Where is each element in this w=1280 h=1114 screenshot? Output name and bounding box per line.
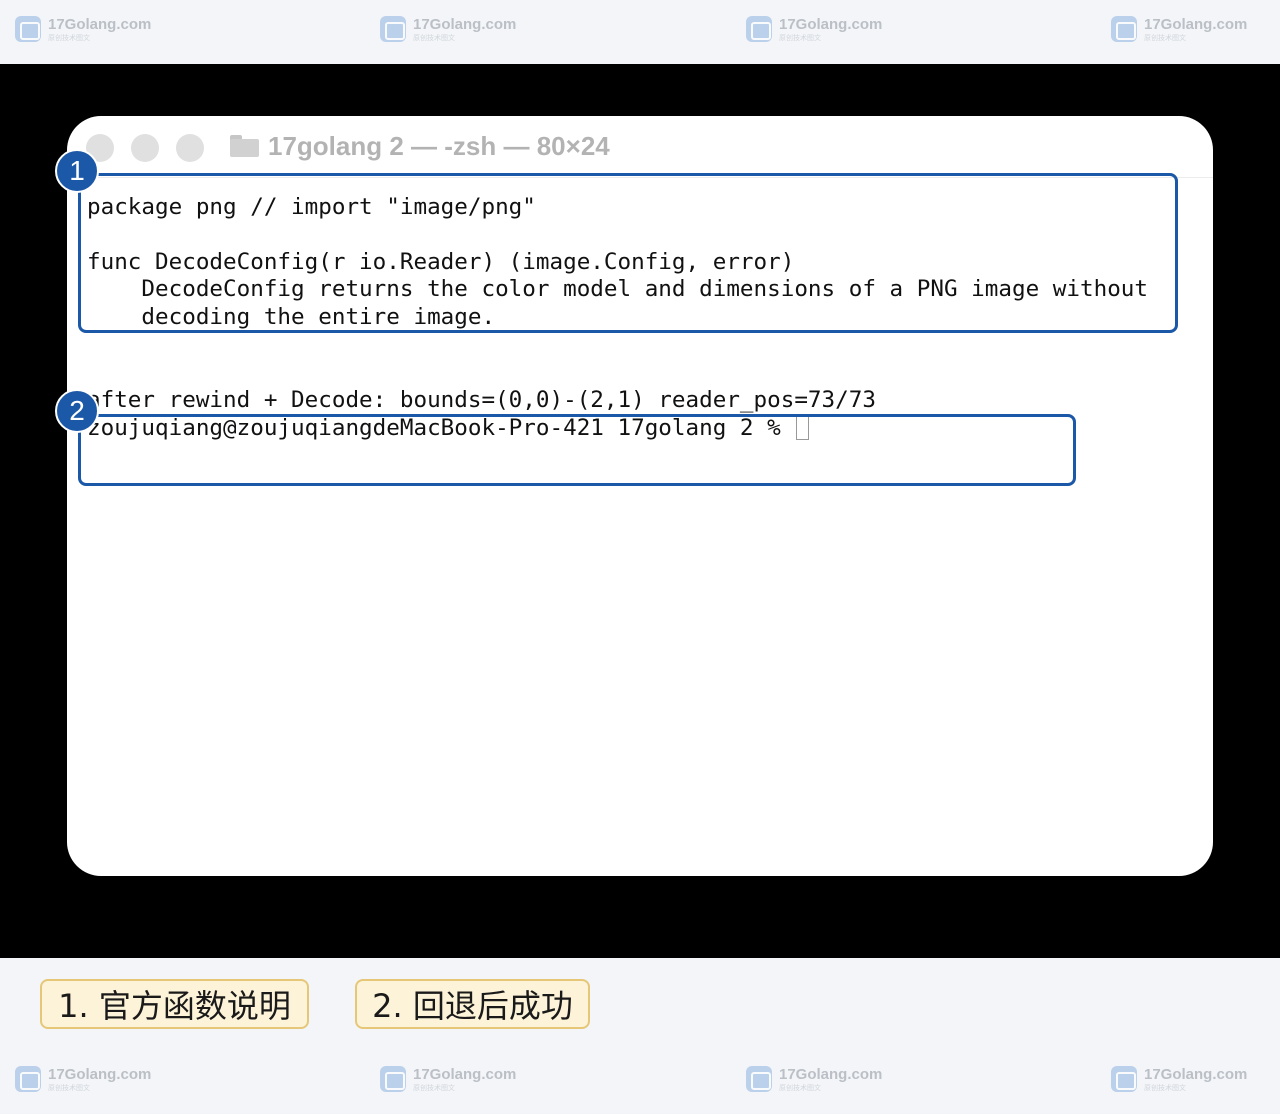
watermark-tagline: 原创技术图文	[413, 1085, 455, 1092]
window-title: 17golang 2 — -zsh — 80×24	[268, 131, 610, 161]
zoom-button[interactable]	[176, 134, 204, 162]
17golang-logo-icon	[15, 1066, 41, 1092]
watermark-site: 17Golang.com	[779, 1066, 883, 1083]
callout-box-1	[78, 173, 1178, 333]
watermark: 17Golang.com 原创技术图文	[1111, 16, 1247, 43]
callout-box-2	[78, 414, 1076, 486]
watermark-tagline: 原创技术图文	[48, 35, 90, 42]
watermark-site: 17Golang.com	[1144, 1066, 1248, 1083]
17golang-logo-icon	[1111, 1066, 1137, 1092]
watermark-tagline: 原创技术图文	[779, 1085, 821, 1092]
callout-badge-2: 2	[55, 389, 99, 433]
17golang-logo-icon	[746, 16, 772, 42]
callout-badge-1: 1	[55, 149, 99, 193]
watermark-site: 17Golang.com	[1144, 16, 1248, 33]
watermark-site: 17Golang.com	[779, 16, 883, 33]
watermark: 17Golang.com 原创技术图文	[15, 1066, 151, 1093]
17golang-logo-icon	[15, 16, 41, 42]
watermark-site: 17Golang.com	[48, 1066, 152, 1083]
17golang-logo-icon	[746, 1066, 772, 1092]
minimize-button[interactable]	[131, 134, 159, 162]
watermark-tagline: 原创技术图文	[779, 35, 821, 42]
watermark: 17Golang.com 原创技术图文	[746, 1066, 882, 1093]
watermark: 17Golang.com 原创技术图文	[380, 1066, 516, 1093]
watermark: 17Golang.com 原创技术图文	[15, 16, 151, 43]
watermark-tagline: 原创技术图文	[1144, 35, 1186, 42]
17golang-logo-icon	[380, 1066, 406, 1092]
watermark-tagline: 原创技术图文	[1144, 1085, 1186, 1092]
watermark-band-bottom: 17Golang.com 原创技术图文 17Golang.com 原创技术图文 17…	[0, 1050, 1280, 1114]
folder-icon	[230, 135, 259, 157]
terminal-line: after rewind + Decode: bounds=(0,0)-(2,1…	[87, 387, 876, 413]
watermark-tagline: 原创技术图文	[48, 1085, 90, 1092]
caption-2: 2. 回退后成功	[355, 979, 590, 1029]
watermark-site: 17Golang.com	[413, 1066, 517, 1083]
17golang-logo-icon	[380, 16, 406, 42]
watermark: 17Golang.com 原创技术图文	[1111, 1066, 1247, 1093]
watermark: 17Golang.com 原创技术图文	[746, 16, 882, 43]
17golang-logo-icon	[1111, 16, 1137, 42]
watermark-site: 17Golang.com	[48, 16, 152, 33]
terminal-titlebar[interactable]: 17golang 2 — -zsh — 80×24	[67, 116, 1213, 178]
watermark: 17Golang.com 原创技术图文	[380, 16, 516, 43]
watermark-tagline: 原创技术图文	[413, 35, 455, 42]
watermark-site: 17Golang.com	[413, 16, 517, 33]
caption-1: 1. 官方函数说明	[40, 979, 309, 1029]
watermark-band-top: 17Golang.com 原创技术图文 17Golang.com 原创技术图文 17…	[0, 0, 1280, 64]
